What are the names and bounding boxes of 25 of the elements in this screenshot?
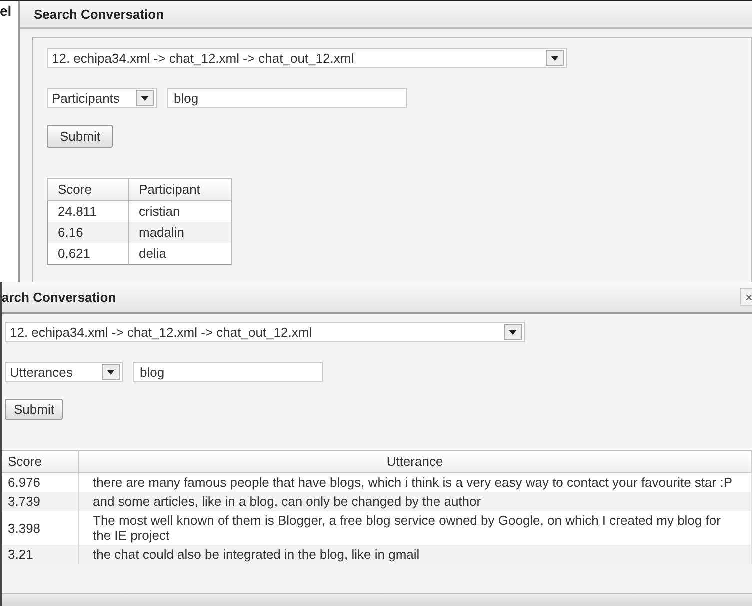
- search-field[interactable]: blog: [167, 88, 407, 108]
- column-header: Score: [2, 450, 78, 472]
- table-cell: delia: [128, 243, 232, 264]
- table-cell: and some articles, like in a blog, can only be changed by the author: [78, 492, 752, 511]
- conversation-dropdown[interactable]: 12. echipa34.xml -> chat_12.xml -> chat_out_12.xml: [5, 322, 525, 342]
- table-cell: 0.621: [48, 243, 128, 264]
- close-button[interactable]: ×: [740, 288, 752, 306]
- mode-dropdown[interactable]: Utterances: [5, 362, 123, 382]
- mode-dropdown[interactable]: Participants: [47, 88, 157, 108]
- column-header: Utterance: [78, 450, 752, 472]
- conversation-dropdown[interactable]: 12. echipa34.xml -> chat_12.xml -> chat_out_12.xml: [47, 48, 567, 68]
- column-header: Participant: [128, 178, 232, 200]
- dialog-title: arch Conversation: [2, 290, 116, 304]
- window-text-fragment: el: [0, 3, 12, 19]
- search-field[interactable]: blog: [133, 362, 323, 382]
- table-cell: 6.16: [48, 222, 128, 243]
- submit-button[interactable]: Submit: [47, 125, 114, 148]
- horizontal-scrollbar[interactable]: [2, 593, 752, 606]
- table-cell: the chat could also be integrated in the blog, like in gmail: [78, 545, 752, 564]
- column-header: Score: [48, 178, 128, 200]
- table-cell: 3.739: [2, 492, 78, 511]
- submit-button[interactable]: Submit: [5, 399, 64, 420]
- table-cell: madalin: [128, 222, 232, 243]
- table-cell: 3.21: [2, 545, 78, 564]
- dialog-title: Search Conversation: [34, 6, 164, 22]
